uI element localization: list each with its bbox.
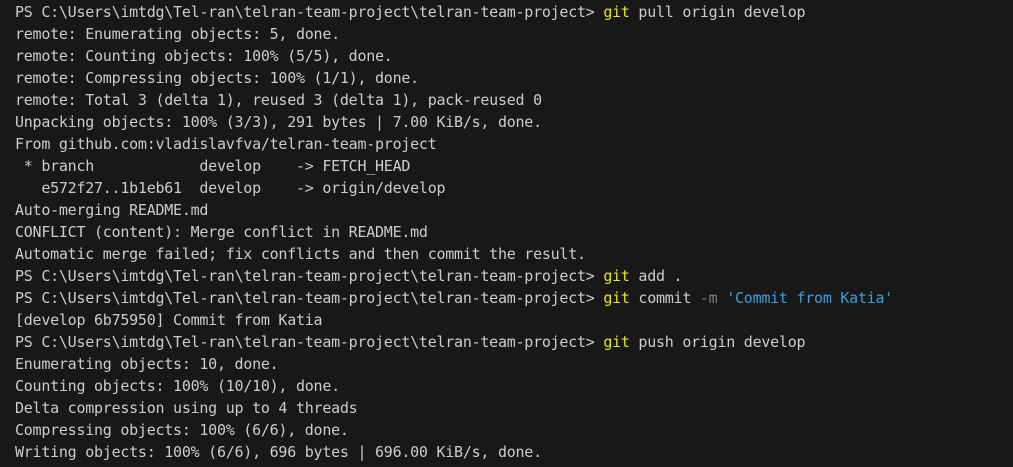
command-name: git <box>603 333 630 351</box>
output-line: Unpacking objects: 100% (3/3), 291 bytes… <box>15 113 542 131</box>
prompt-text: PS C:\Users\imtdg\Tel-ran\telran-team-pr… <box>15 333 604 351</box>
output-line: [develop 6b75950] Commit from Katia <box>15 311 323 329</box>
output-line: remote: Counting objects: 100% (5/5), do… <box>15 47 393 65</box>
command-flag: -m <box>699 289 718 307</box>
command-name: git <box>603 267 630 285</box>
output-line: From github.com:vladislavfva/telran-team… <box>15 135 437 153</box>
prompt-text: PS C:\Users\imtdg\Tel-ran\telran-team-pr… <box>15 289 604 307</box>
output-line: Counting objects: 100% (10/10), done. <box>15 377 340 395</box>
output-line: Auto-merging README.md <box>15 201 209 219</box>
prompt-line-commit: PS C:\Users\imtdg\Tel-ran\telran-team-pr… <box>15 287 1013 309</box>
output-line: Writing objects: 100% (6/6), 696 bytes |… <box>15 443 542 461</box>
output-line: remote: Enumerating objects: 5, done. <box>15 25 340 43</box>
prompt-text: PS C:\Users\imtdg\Tel-ran\telran-team-pr… <box>15 267 604 285</box>
command-args: add . <box>629 267 683 285</box>
output-line: e572f27..1b1eb61 develop -> origin/devel… <box>15 179 446 197</box>
command-name: git <box>603 289 630 307</box>
output-line: Enumerating objects: 10, done. <box>15 355 279 373</box>
output-line: remote: Total 3 (delta 1), reused 3 (del… <box>15 91 542 109</box>
command-space <box>717 289 726 307</box>
output-line: * branch develop -> FETCH_HEAD <box>15 157 411 175</box>
output-line: Compressing objects: 100% (6/6), done. <box>15 421 349 439</box>
output-line: Automatic merge failed; fix conflicts an… <box>15 245 586 263</box>
prompt-line-pull: PS C:\Users\imtdg\Tel-ran\telran-team-pr… <box>15 1 1013 23</box>
prompt-line-add: PS C:\Users\imtdg\Tel-ran\telran-team-pr… <box>15 265 1013 287</box>
commit-message: 'Commit from Katia' <box>726 289 894 307</box>
command-name: git <box>603 3 630 21</box>
command-args: commit <box>629 289 700 307</box>
output-line: CONFLICT (content): Merge conflict in RE… <box>15 223 428 241</box>
prompt-line-push: PS C:\Users\imtdg\Tel-ran\telran-team-pr… <box>15 331 1013 353</box>
prompt-text: PS C:\Users\imtdg\Tel-ran\telran-team-pr… <box>15 3 604 21</box>
output-line: Delta compression using up to 4 threads <box>15 399 358 417</box>
terminal-window[interactable]: PS C:\Users\imtdg\Tel-ran\telran-team-pr… <box>0 0 1013 467</box>
output-line: remote: Compressing objects: 100% (1/1),… <box>15 69 419 87</box>
command-args: push origin develop <box>629 333 806 351</box>
command-args: pull origin develop <box>629 3 806 21</box>
